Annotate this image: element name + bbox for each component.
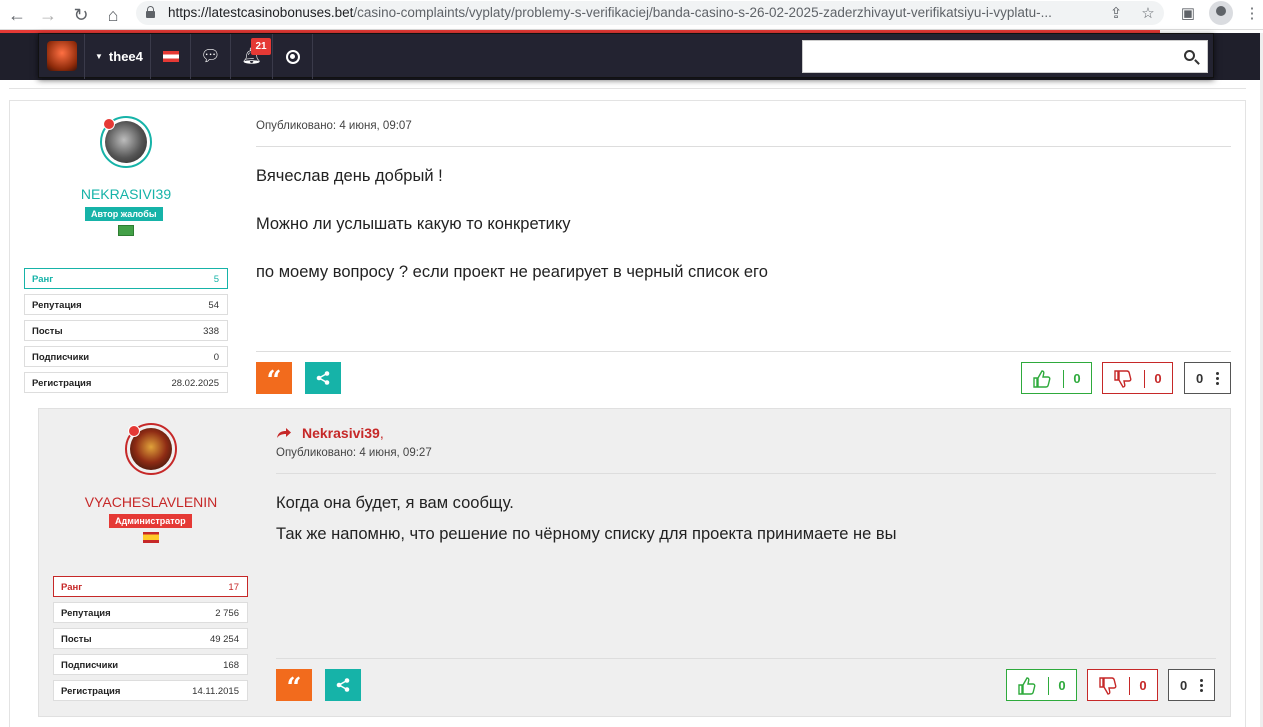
address-bar[interactable]: https://latestcasinobonuses.bet/casino-c…: [136, 1, 1164, 25]
username: thee4: [108, 49, 143, 64]
more-icon: [1200, 679, 1203, 693]
share-button[interactable]: [305, 362, 341, 394]
role-badge: Автор жалобы: [85, 207, 163, 221]
divider: [276, 473, 1216, 474]
share-icon: [316, 371, 330, 385]
more-button[interactable]: 0: [1168, 669, 1215, 701]
post-paragraph: по моему вопросу ? если проект не реагир…: [256, 263, 768, 281]
stat-reputation: Репутация 2 756: [53, 602, 248, 623]
role-badge: Администратор: [109, 514, 192, 528]
share-button[interactable]: [325, 669, 361, 701]
notifications-button[interactable]: 🔔︎ 21: [231, 34, 273, 79]
post-paragraph: Можно ли услышать какую то конкретику: [256, 215, 571, 233]
reply-arrow-icon: [277, 428, 291, 438]
like-button[interactable]: 0: [1021, 362, 1092, 394]
stat-registration: Регистрация 28.02.2025: [24, 372, 228, 393]
share-page-icon[interactable]: ⇪: [1106, 4, 1126, 24]
post-date: Опубликовано: 4 июня, 09:07: [256, 120, 412, 132]
site-logo[interactable]: [39, 34, 85, 79]
quote-icon: “: [266, 366, 282, 396]
divider: [256, 351, 1231, 352]
thumbs-up-icon: [1033, 370, 1051, 388]
online-status-dot: [103, 118, 115, 130]
more-count: 0: [1196, 371, 1204, 386]
reply-to-link[interactable]: Nekrasivi39,: [276, 425, 384, 441]
browser-toolbar: ← → ↻ ⌂ https://latestcasinobonuses.bet/…: [0, 0, 1263, 30]
dislike-button[interactable]: 0: [1087, 669, 1158, 701]
flag-austria-icon: [163, 51, 179, 62]
post-paragraph: Вячеслав день добрый !: [256, 167, 443, 185]
forward-icon[interactable]: →: [37, 4, 59, 26]
more-button[interactable]: 0: [1184, 362, 1231, 394]
profile-icon[interactable]: [1209, 1, 1233, 25]
reload-icon[interactable]: ↻: [70, 4, 92, 26]
circle-icon[interactable]: [273, 34, 313, 79]
like-count: 0: [1058, 678, 1066, 693]
like-count: 0: [1073, 371, 1081, 386]
online-status-dot: [128, 425, 140, 437]
divider: [256, 146, 1231, 147]
home-icon[interactable]: ⌂: [102, 4, 124, 26]
stat-posts: Посты 338: [24, 320, 228, 341]
language-selector[interactable]: [151, 34, 191, 79]
post-paragraph: Так же напомню, что решение по чёрному с…: [276, 525, 897, 543]
quote-button[interactable]: “: [276, 669, 312, 703]
notifications-badge: 21: [251, 38, 271, 55]
more-count: 0: [1180, 678, 1188, 693]
back-icon[interactable]: ←: [6, 4, 28, 26]
post-paragraph: Когда она будет, я вам сообщу.: [276, 494, 514, 512]
logo-image: [47, 41, 77, 71]
sidebar-icon[interactable]: ▣: [1178, 4, 1198, 24]
stat-followers: Подписчики 0: [24, 346, 228, 367]
menu-icon[interactable]: ⋮: [1242, 4, 1262, 24]
author-name[interactable]: NEKRASIVI39: [26, 186, 226, 202]
divider: [9, 88, 1246, 89]
lock-icon: [146, 6, 155, 18]
stat-followers: Подписчики 168: [53, 654, 248, 675]
caret-down-icon: ▼: [95, 52, 103, 61]
user-menu[interactable]: ▼ thee4: [85, 34, 151, 79]
search-icon[interactable]: [1184, 50, 1195, 61]
like-button[interactable]: 0: [1006, 669, 1077, 701]
flag-spain-icon: [143, 532, 159, 543]
flag-icon: [118, 225, 134, 236]
divider: [276, 658, 1216, 659]
reply-post: VYACHESLAVLENIN Администратор Ранг 17 Реп…: [38, 408, 1231, 717]
author-name[interactable]: VYACHESLAVLENIN: [51, 494, 251, 510]
chat-icon[interactable]: 💬︎: [191, 34, 231, 79]
thumbs-down-icon: [1099, 677, 1117, 695]
dislike-count: 0: [1139, 678, 1147, 693]
quote-icon: “: [286, 673, 302, 703]
share-icon: [336, 678, 350, 692]
star-icon[interactable]: ☆: [1138, 4, 1158, 24]
stat-rank: Ранг 17: [53, 576, 248, 597]
stat-rank: Ранг 5: [24, 268, 228, 289]
site-nav-bar: ▼ thee4 💬︎ 🔔︎ 21: [38, 33, 1214, 79]
site-header: ▼ thee4 💬︎ 🔔︎ 21: [0, 33, 1260, 80]
stat-reputation: Репутация 54: [24, 294, 228, 315]
quote-button[interactable]: “: [256, 362, 292, 396]
stat-registration: Регистрация 14.11.2015: [53, 680, 248, 701]
thumbs-up-icon: [1018, 677, 1036, 695]
search-input[interactable]: [802, 40, 1208, 73]
post-date: Опубликовано: 4 июня, 09:27: [276, 447, 432, 459]
thumbs-down-icon: [1114, 370, 1132, 388]
stat-posts: Посты 49 254: [53, 628, 248, 649]
url-text: https://latestcasinobonuses.bet/casino-c…: [168, 5, 1052, 20]
dislike-count: 0: [1154, 371, 1162, 386]
more-icon: [1216, 372, 1219, 386]
dislike-button[interactable]: 0: [1102, 362, 1173, 394]
